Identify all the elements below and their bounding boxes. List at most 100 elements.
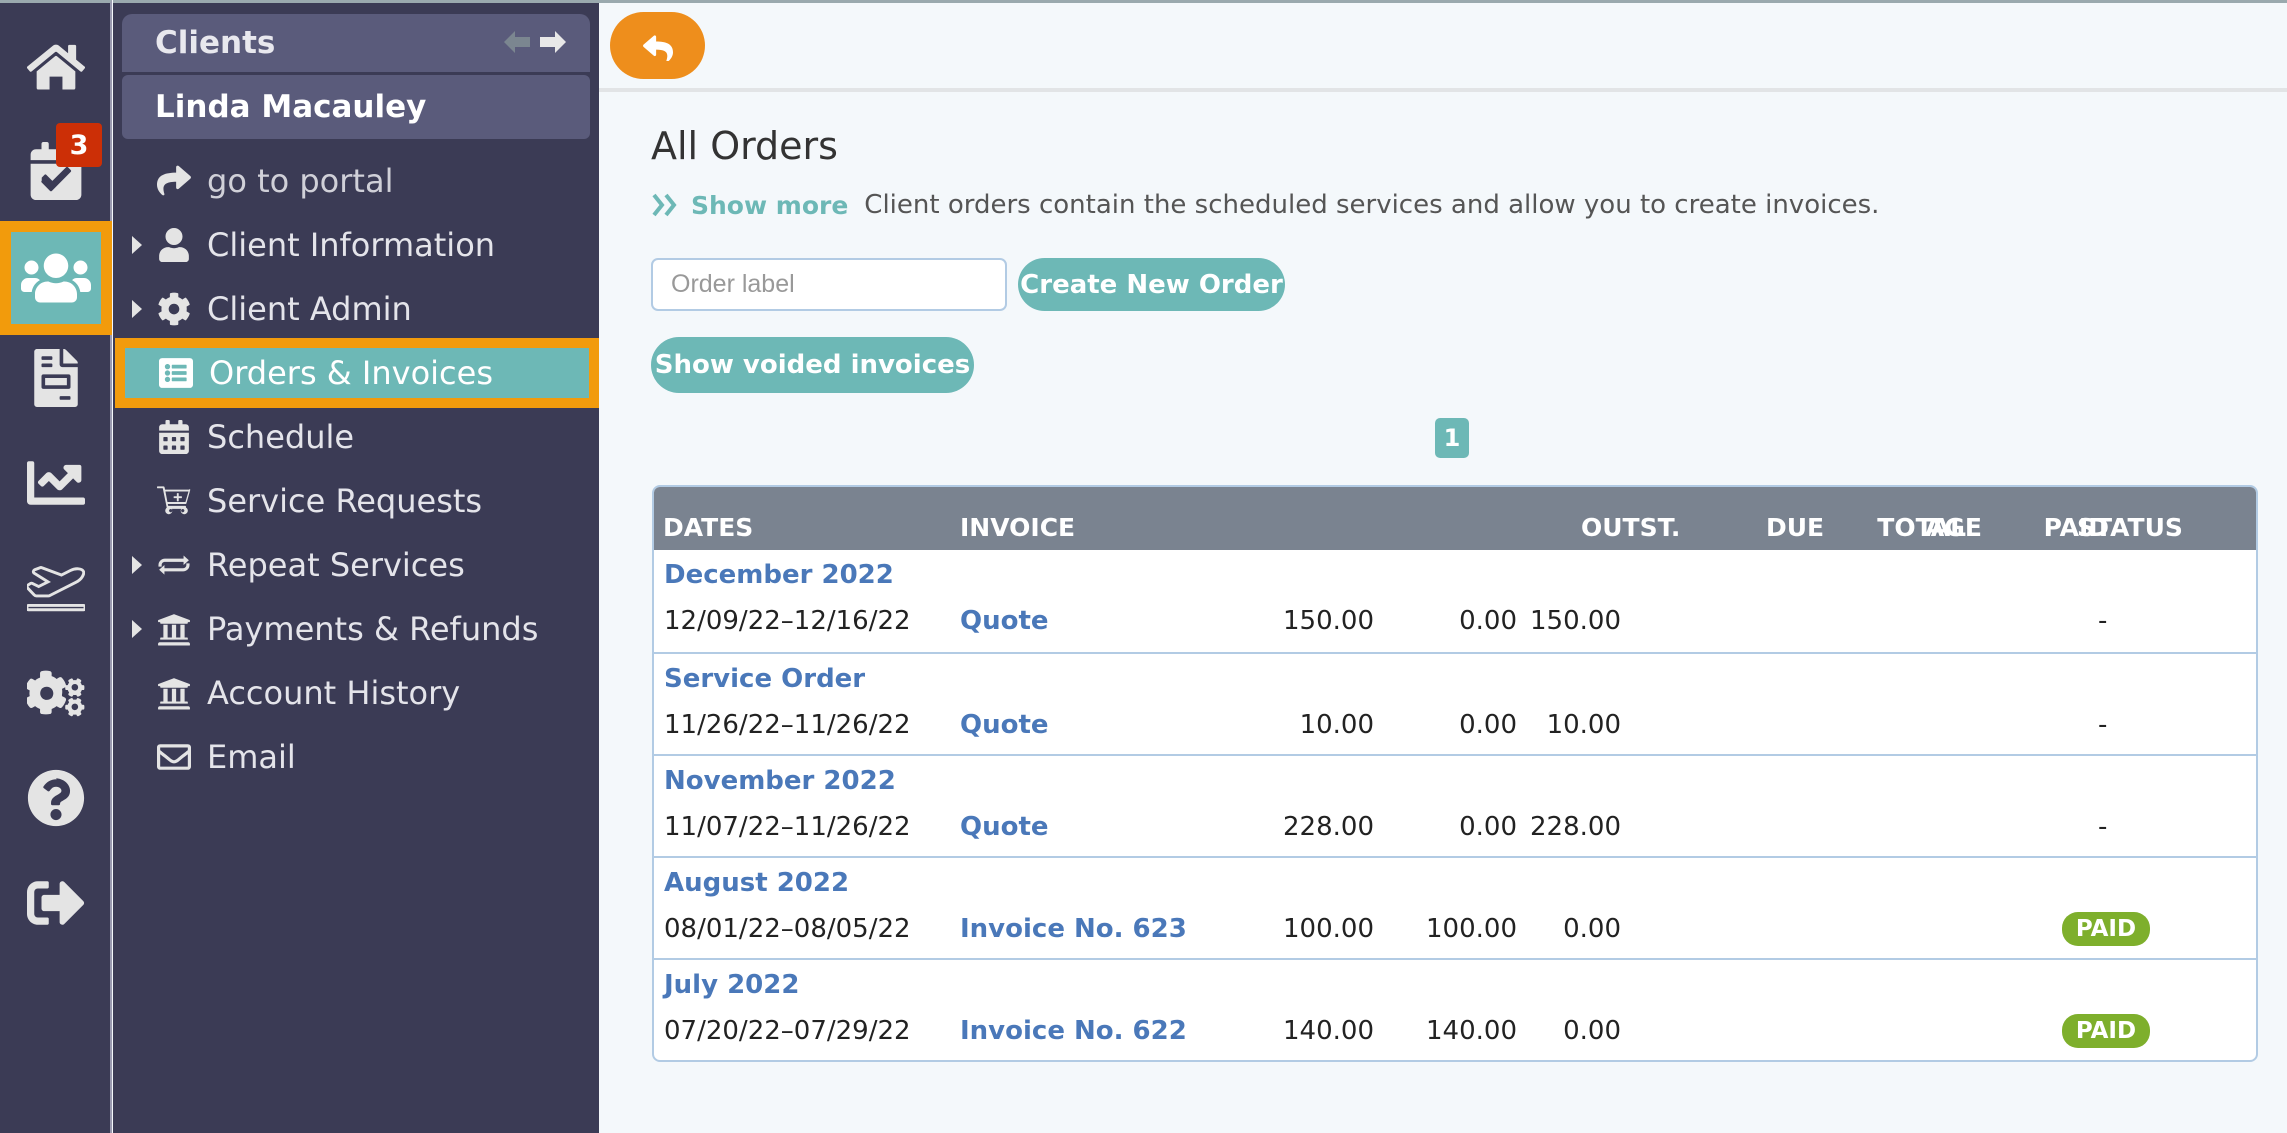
arrow-right-icon[interactable] xyxy=(538,28,568,56)
rail-help[interactable] xyxy=(0,748,112,848)
gear-icon xyxy=(158,292,190,326)
caret-right-icon xyxy=(132,620,142,638)
bank-icon xyxy=(158,614,190,646)
caret-right-icon xyxy=(132,236,142,254)
order-dates: 12/09/22–12/16/22 xyxy=(664,606,911,636)
rail-reports[interactable] xyxy=(0,433,112,533)
col-header-status[interactable]: STATUS xyxy=(2077,513,2183,542)
sidebar-item-payments-refunds[interactable]: Payments & Refunds xyxy=(113,601,599,657)
double-chevron-right-icon[interactable] xyxy=(651,192,681,218)
order-status: - xyxy=(2098,812,2108,842)
sidebar-item-go-to-portal[interactable]: go to portal xyxy=(113,153,599,209)
envelope-icon xyxy=(157,744,191,770)
table-row[interactable]: December 2022 12/09/22–12/16/22 Quote 15… xyxy=(654,550,2256,652)
back-button[interactable] xyxy=(610,12,705,79)
sidebar-item-client-information[interactable]: Client Information xyxy=(113,217,599,273)
order-group-link[interactable]: August 2022 xyxy=(664,868,849,898)
order-status: - xyxy=(2098,606,2108,636)
table-row[interactable]: August 2022 08/01/22–08/05/22 Invoice No… xyxy=(654,856,2256,958)
order-outstanding: 0.00 xyxy=(1563,1016,1621,1046)
col-header-dates[interactable]: DATES xyxy=(663,513,753,542)
order-status: - xyxy=(2098,710,2108,740)
sidebar-item-label: go to portal xyxy=(207,162,394,200)
show-more-link[interactable]: Show more xyxy=(691,191,848,220)
cart-plus-icon xyxy=(157,486,191,515)
sidebar-item-client-admin[interactable]: Client Admin xyxy=(113,281,599,337)
file-invoice-icon xyxy=(34,349,78,407)
sidebar-item-account-history[interactable]: Account History xyxy=(113,665,599,721)
rail-home[interactable] xyxy=(0,17,112,117)
invoice-link[interactable]: Quote xyxy=(960,606,1049,636)
invoice-link[interactable]: Quote xyxy=(960,812,1049,842)
sidebar-item-repeat-services[interactable]: Repeat Services xyxy=(113,537,599,593)
pagination-page-1[interactable]: 1 xyxy=(1435,418,1469,458)
order-dates: 08/01/22–08/05/22 xyxy=(664,914,911,944)
col-header-age[interactable]: AGE xyxy=(1925,513,1982,542)
icon-rail: 3 xyxy=(0,0,112,1133)
order-group-link[interactable]: December 2022 xyxy=(664,560,894,590)
create-new-order-button[interactable]: Create New Order xyxy=(1018,258,1285,311)
table-row[interactable]: July 2022 07/20/22–07/29/22 Invoice No. … xyxy=(654,958,2256,1060)
sidebar-item-label: Email xyxy=(207,738,296,776)
order-outstanding: 228.00 xyxy=(1530,812,1621,842)
paid-status-badge: PAID xyxy=(2062,912,2150,946)
repeat-icon xyxy=(158,555,190,575)
plane-departure-icon xyxy=(27,566,85,612)
paid-status-badge: PAID xyxy=(2062,1014,2150,1048)
sidebar-item-schedule[interactable]: Schedule xyxy=(113,409,599,465)
share-arrow-icon xyxy=(157,165,191,196)
home-icon xyxy=(27,44,85,90)
order-outstanding: 0.00 xyxy=(1563,914,1621,944)
reply-arrow-icon xyxy=(642,34,673,61)
client-name: Linda Macauley xyxy=(122,75,590,139)
order-total: 228.00 xyxy=(1283,812,1374,842)
col-header-outst[interactable]: OUTST. xyxy=(1581,513,1680,542)
arrow-left-icon[interactable] xyxy=(502,28,532,56)
sidebar-item-label: Schedule xyxy=(207,418,355,456)
order-group-link[interactable]: Service Order xyxy=(664,664,865,694)
sidebar-item-label: Service Requests xyxy=(207,482,483,520)
show-voided-invoices-button[interactable]: Show voided invoices xyxy=(651,337,974,393)
caret-right-icon xyxy=(132,300,142,318)
orders-table: DATES INVOICE TOTAL PAID OUTST. DUE AGE … xyxy=(652,485,2258,1062)
sidebar-section-title: Clients xyxy=(155,25,276,61)
order-group-link[interactable]: November 2022 xyxy=(664,766,896,796)
invoice-link[interactable]: Invoice No. 623 xyxy=(960,914,1187,944)
invoice-link[interactable]: Quote xyxy=(960,710,1049,740)
table-row[interactable]: November 2022 11/07/22–11/26/22 Quote 22… xyxy=(654,754,2256,856)
order-outstanding: 150.00 xyxy=(1530,606,1621,636)
calendar-icon xyxy=(159,420,189,454)
sidebar-item-label: Account History xyxy=(207,674,461,712)
rail-settings[interactable] xyxy=(0,643,112,743)
sidebar-section-header: Clients xyxy=(122,14,590,72)
description-row: Show more Client orders contain the sche… xyxy=(651,190,1879,220)
col-header-invoice[interactable]: INVOICE xyxy=(960,513,1075,542)
table-row[interactable]: Service Order 11/26/22–11/26/22 Quote 10… xyxy=(654,652,2256,754)
page-title: All Orders xyxy=(651,124,838,168)
order-group-link[interactable]: July 2022 xyxy=(664,970,799,1000)
top-bar xyxy=(599,0,2287,92)
list-alt-icon xyxy=(159,358,193,388)
order-dates: 07/20/22–07/29/22 xyxy=(664,1016,911,1046)
gears-icon xyxy=(27,670,85,717)
bank-icon xyxy=(158,678,190,710)
col-header-due[interactable]: DUE xyxy=(1766,513,1824,542)
sidebar-item-label: Client Admin xyxy=(207,290,412,328)
sidebar-item-orders-invoices[interactable]: Orders & Invoices xyxy=(115,338,599,408)
invoice-link[interactable]: Invoice No. 622 xyxy=(960,1016,1187,1046)
rail-departures[interactable] xyxy=(0,538,112,638)
client-sidebar: Clients Linda Macauley go to portal Clie… xyxy=(113,0,599,1133)
rail-documents[interactable] xyxy=(0,328,112,428)
description-text: Client orders contain the scheduled serv… xyxy=(864,190,1880,220)
users-icon xyxy=(21,253,91,303)
order-outstanding: 10.00 xyxy=(1546,710,1621,740)
sidebar-item-label: Repeat Services xyxy=(207,546,465,584)
sidebar-item-email[interactable]: Email xyxy=(113,729,599,785)
sidebar-item-service-requests[interactable]: Service Requests xyxy=(113,473,599,529)
rail-logout[interactable] xyxy=(0,853,112,953)
chart-line-icon xyxy=(27,461,85,505)
sidebar-item-label: Client Information xyxy=(207,226,496,264)
order-label-input[interactable] xyxy=(651,258,1007,311)
sidebar-item-label: Orders & Invoices xyxy=(209,354,493,392)
rail-clients[interactable] xyxy=(0,221,112,335)
